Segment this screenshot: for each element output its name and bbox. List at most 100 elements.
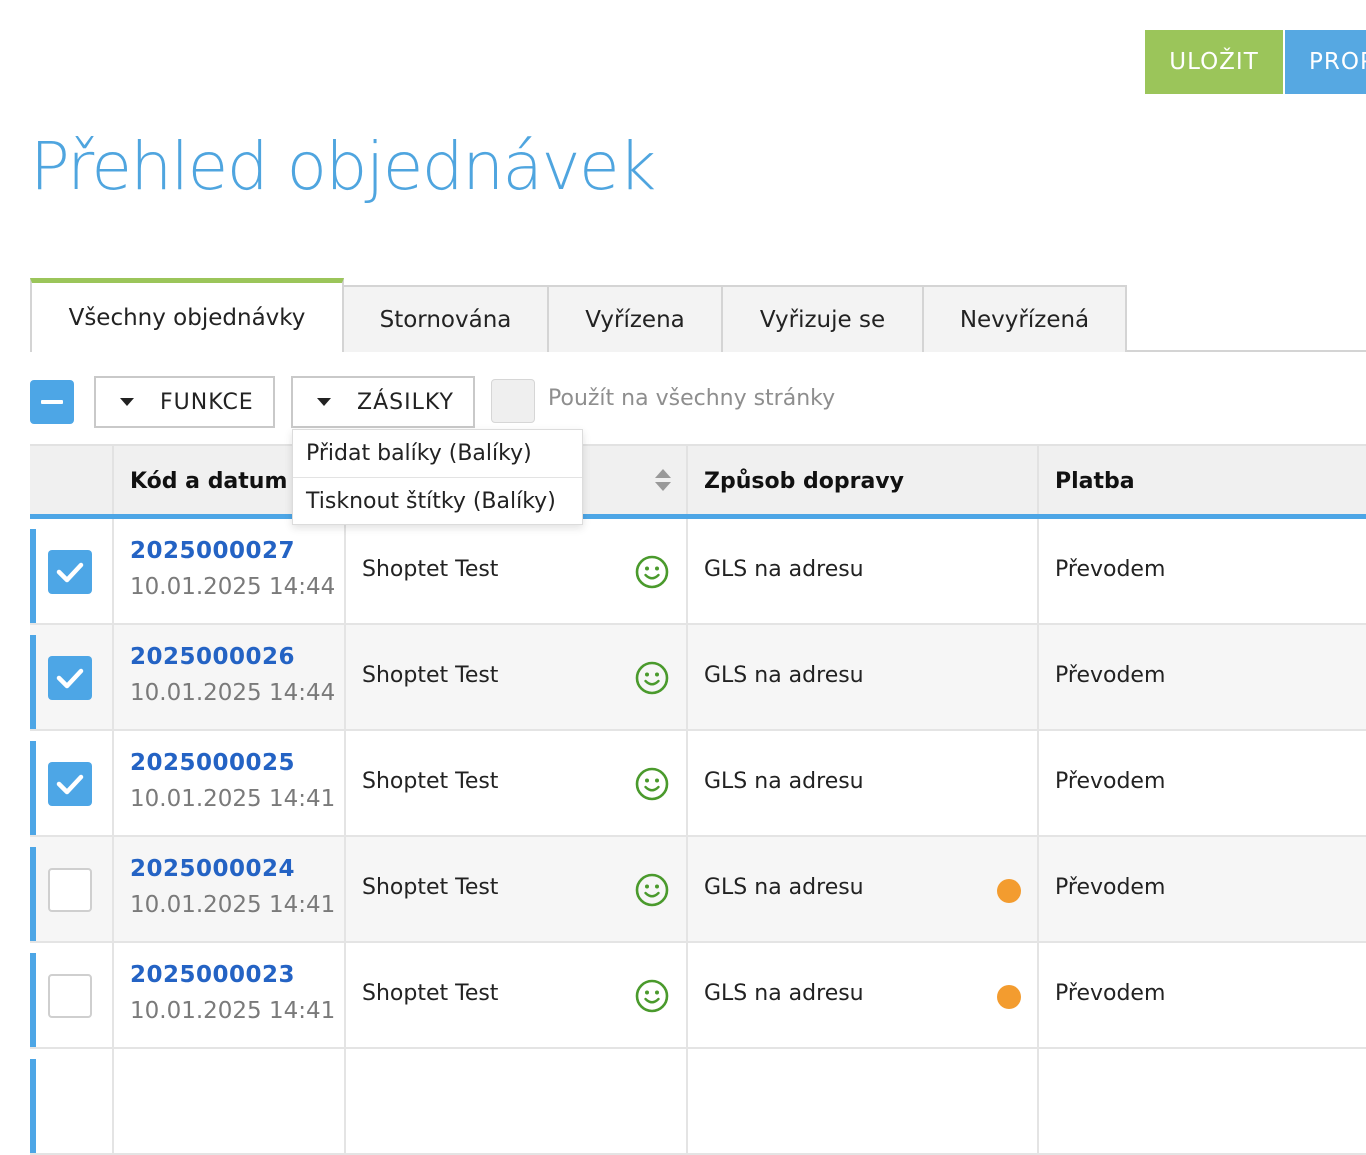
table-row[interactable]: 2025000026 10.01.2025 14:44 Shoptet Test GL… [30,625,1366,731]
caret-down-icon [317,398,331,406]
customer-name: Shoptet Test [362,769,499,794]
caret-down-icon [120,398,134,406]
tab-all-orders[interactable]: Všechny objednávky [30,278,344,352]
sort-icon[interactable] [655,469,673,495]
column-header-code-date[interactable]: Kód a datum [130,446,287,516]
column-divider [112,625,114,729]
payment-method: Převodem [1055,663,1166,688]
table-row[interactable]: 2025000023 10.01.2025 14:41 Shoptet Test GL… [30,943,1366,1049]
functions-dropdown[interactable]: FUNKCE [94,376,275,428]
column-divider [112,837,114,941]
row-checkbox[interactable] [48,868,92,912]
column-divider [344,943,346,1047]
row-checkbox[interactable] [48,550,92,594]
shipments-dropdown[interactable]: ZÁSILKY [291,376,475,428]
smile-icon [635,661,669,695]
row-accent [30,1059,36,1153]
payment-method: Převodem [1055,769,1166,794]
smile-icon [635,767,669,801]
order-date: 10.01.2025 14:44 [130,680,336,706]
tab-in-progress[interactable]: Vyřizuje se [721,285,924,352]
menu-item-print-labels[interactable]: Tisknout štítky (Balíky) [293,477,582,524]
tab-completed[interactable]: Vyřízena [547,285,723,352]
column-divider [344,1049,346,1153]
column-divider [112,446,114,516]
table-header: Kód a datum Způsob dopravy Platba [30,444,1366,516]
column-divider [344,519,346,623]
row-checkbox[interactable] [48,656,92,700]
table-row[interactable]: 2025000027 10.01.2025 14:44 Shoptet Test GL… [30,519,1366,625]
column-divider [686,519,688,623]
shipments-menu: Přidat balíky (Balíky) Tisknout štítky (… [292,429,583,525]
menu-item-add-packages[interactable]: Přidat balíky (Balíky) [293,430,582,477]
payment-method: Převodem [1055,557,1166,582]
shipments-label: ZÁSILKY [357,389,454,415]
order-code-link[interactable]: 2025000027 [130,538,295,564]
table-row[interactable] [30,1049,1366,1155]
column-header-shipping[interactable]: Způsob dopravy [704,446,904,516]
smile-icon [635,873,669,907]
check-icon [56,774,84,795]
row-accent [30,953,36,1047]
table-row[interactable]: 2025000024 10.01.2025 14:41 Shoptet Test GL… [30,837,1366,943]
customer-name: Shoptet Test [362,557,499,582]
select-all-toggle[interactable] [30,380,74,424]
functions-label: FUNKCE [160,389,254,415]
row-accent [30,635,36,729]
apply-all-pages-label: Použít na všechny stránky [548,386,836,411]
order-code-link[interactable]: 2025000023 [130,962,295,988]
column-divider [686,625,688,729]
shipping-method: GLS na adresu [704,981,864,1006]
payment-method: Převodem [1055,875,1166,900]
order-code-link[interactable]: 2025000025 [130,750,295,776]
status-dot-icon [997,879,1021,903]
column-divider [1037,1049,1039,1153]
row-accent [30,529,36,623]
column-divider [112,1049,114,1153]
check-icon [56,562,84,583]
column-divider [686,731,688,835]
check-icon [56,668,84,689]
payment-method: Převodem [1055,981,1166,1006]
column-divider [344,625,346,729]
page-title: Přehled objednávek [30,128,656,205]
column-divider [112,731,114,835]
order-code-link[interactable]: 2025000024 [130,856,295,882]
customer-name: Shoptet Test [362,981,499,1006]
column-header-payment[interactable]: Platba [1055,446,1135,516]
column-divider [1037,446,1039,516]
column-divider [344,837,346,941]
apply-all-pages-checkbox[interactable] [491,379,535,423]
smile-icon [635,555,669,589]
column-divider [1037,731,1039,835]
row-checkbox[interactable] [48,762,92,806]
table-row[interactable]: 2025000025 10.01.2025 14:41 Shoptet Test GL… [30,731,1366,837]
customer-name: Shoptet Test [362,875,499,900]
column-divider [112,943,114,1047]
column-divider [344,731,346,835]
tab-cancelled[interactable]: Stornována [342,285,549,352]
customer-name: Shoptet Test [362,663,499,688]
order-date: 10.01.2025 14:44 [130,574,336,600]
tab-pending[interactable]: Nevyřízená [922,285,1127,352]
shipping-method: GLS na adresu [704,769,864,794]
row-accent [30,847,36,941]
save-button[interactable]: ULOŽIT [1145,30,1283,94]
column-divider [1037,837,1039,941]
column-divider [112,519,114,623]
row-checkbox[interactable] [48,974,92,1018]
order-date: 10.01.2025 14:41 [130,998,336,1024]
column-divider [1037,519,1039,623]
column-divider [1037,625,1039,729]
column-divider [686,446,688,516]
connect-button[interactable]: PROPOJIT [1285,30,1366,94]
order-code-link[interactable]: 2025000026 [130,644,295,670]
order-date: 10.01.2025 14:41 [130,786,336,812]
column-divider [686,1049,688,1153]
column-divider [1037,943,1039,1047]
shipping-method: GLS na adresu [704,875,864,900]
column-divider [686,943,688,1047]
shipping-method: GLS na adresu [704,663,864,688]
smile-icon [635,979,669,1013]
shipping-method: GLS na adresu [704,557,864,582]
